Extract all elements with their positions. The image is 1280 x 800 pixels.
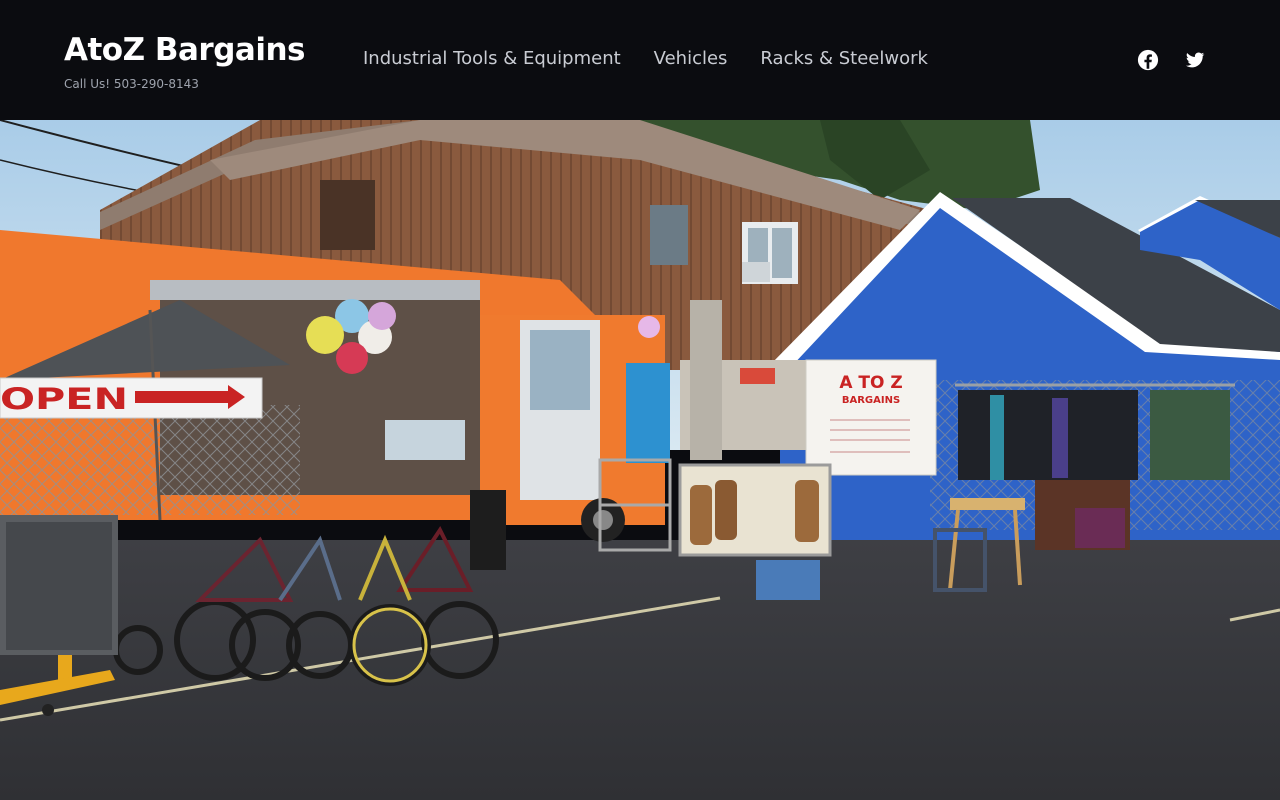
facebook-link[interactable]: [1137, 49, 1159, 71]
social-links: [1112, 49, 1206, 71]
banner-line-1: A TO Z: [839, 373, 902, 393]
storefront-illustration: OPEN A TO Z BARGAINS: [0, 120, 1280, 800]
nav-item-vehicles[interactable]: Vehicles: [654, 47, 728, 71]
site-branding: AtoZ Bargains Call Us! 503-290-8143: [64, 30, 305, 91]
facebook-icon: [1137, 49, 1159, 71]
hero-photo-storefront: OPEN A TO Z BARGAINS: [0, 120, 1280, 800]
site-title-link[interactable]: AtoZ Bargains: [64, 30, 305, 70]
twitter-link[interactable]: [1184, 49, 1206, 71]
nav-item-racks-steelwork[interactable]: Racks & Steelwork: [760, 47, 928, 71]
primary-navigation: Industrial Tools & Equipment Vehicles Ra…: [363, 47, 961, 71]
banner-line-2: BARGAINS: [842, 395, 900, 406]
nav-item-industrial-tools[interactable]: Industrial Tools & Equipment: [363, 47, 621, 71]
open-sign-text: OPEN: [0, 382, 128, 416]
site-header: AtoZ Bargains Call Us! 503-290-8143 Indu…: [0, 0, 1280, 120]
twitter-icon: [1185, 52, 1205, 68]
site-tagline: Call Us! 503-290-8143: [64, 77, 199, 91]
